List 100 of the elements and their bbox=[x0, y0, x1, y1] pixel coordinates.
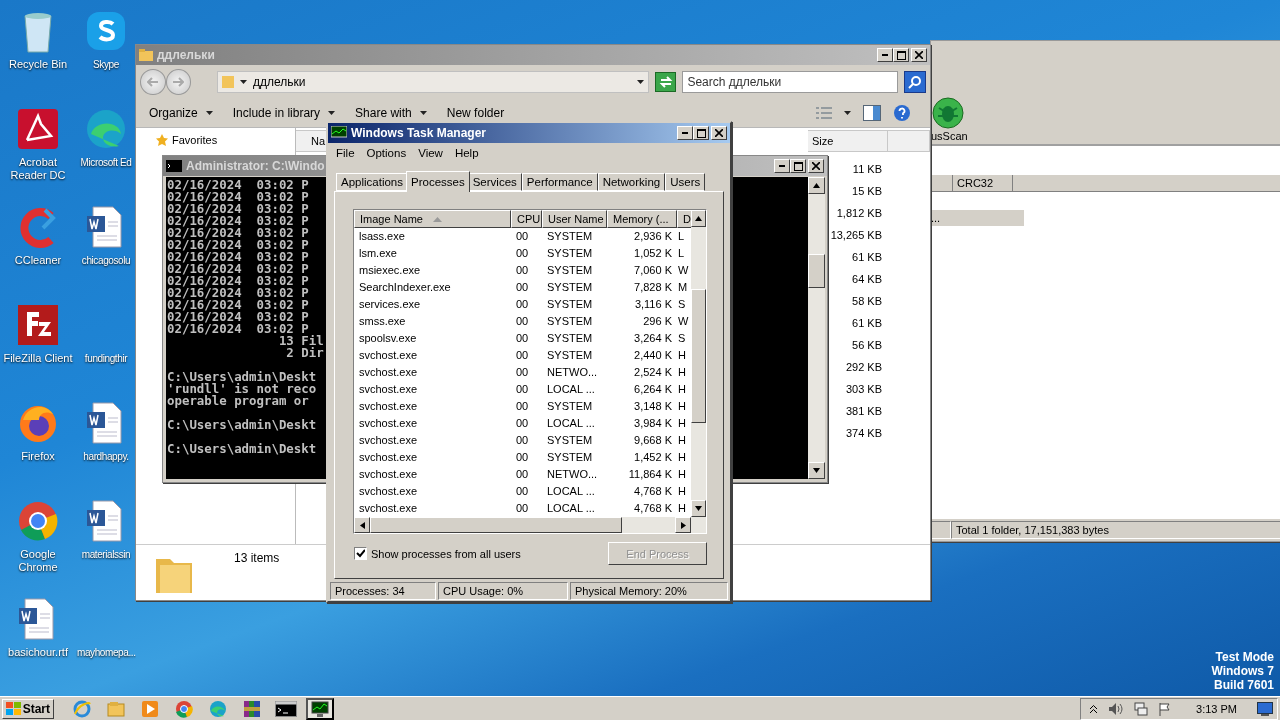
scroll-down-button[interactable] bbox=[691, 500, 706, 518]
back-arrow-icon bbox=[146, 77, 159, 87]
menu-item[interactable]: Options bbox=[360, 146, 413, 159]
monitor-icon[interactable] bbox=[311, 699, 329, 718]
desktop-icon-label[interactable]: Firefox bbox=[21, 450, 55, 463]
table-cell-text: LOCAL ... bbox=[546, 416, 596, 432]
desktop-icon-label[interactable]: Acrobat Reader DC bbox=[1, 156, 75, 182]
scroll-left-button[interactable] bbox=[354, 517, 370, 534]
menu-item[interactable]: View bbox=[412, 146, 449, 159]
bug-icon[interactable] bbox=[931, 96, 965, 130]
preview-pane-icon[interactable] bbox=[863, 105, 881, 121]
toolbar-label[interactable]: usScan bbox=[931, 130, 968, 142]
desktop-icon-label[interactable]: CCleaner bbox=[14, 254, 62, 267]
flag-icon[interactable] bbox=[1158, 701, 1173, 716]
tab[interactable]: Applications bbox=[336, 173, 408, 192]
table-cell-text: 00 bbox=[515, 416, 530, 432]
test-mode-text: Build 7601 bbox=[1213, 678, 1274, 692]
up-arrow-icon bbox=[813, 182, 820, 189]
close-button[interactable] bbox=[808, 159, 824, 173]
menu-item[interactable]: File bbox=[330, 146, 361, 159]
clock[interactable]: 3:13 PM bbox=[1196, 702, 1237, 715]
table-cell-text: L bbox=[677, 246, 686, 262]
column-header[interactable]: Memory (... bbox=[607, 210, 677, 229]
close-button[interactable] bbox=[711, 126, 727, 140]
minimize-button[interactable] bbox=[774, 159, 790, 173]
tab[interactable]: Users bbox=[665, 173, 706, 192]
table-cell-text: NETWO... bbox=[546, 467, 599, 483]
window-title: Windows Task Manager bbox=[351, 126, 488, 140]
close-button[interactable] bbox=[911, 48, 927, 62]
toolbar-button[interactable]: New folder bbox=[446, 104, 505, 122]
console-line: 02/16/2024 03:02 P bbox=[167, 215, 309, 227]
table-cell-text: SYSTEM bbox=[546, 399, 594, 415]
selected-row[interactable]: ... bbox=[931, 210, 1024, 226]
show-all-users-checkbox[interactable]: Show processes from all users bbox=[354, 547, 521, 561]
maximize-button[interactable] bbox=[693, 126, 709, 140]
maximize-button[interactable] bbox=[893, 48, 909, 62]
desktop-icon-label[interactable]: fundingthir bbox=[84, 352, 128, 365]
command-prompt-icon bbox=[166, 160, 182, 172]
speaker-icon[interactable] bbox=[1108, 701, 1125, 716]
table-cell-text: L bbox=[677, 229, 686, 245]
tab[interactable]: Services bbox=[467, 173, 522, 192]
table-cell-text: 11,864 K bbox=[627, 467, 673, 483]
file-size: 61 KB bbox=[852, 250, 882, 265]
maximize-button[interactable] bbox=[790, 159, 806, 173]
refresh-button[interactable] bbox=[654, 72, 677, 92]
console-line: 02/16/2024 03:02 P bbox=[167, 263, 309, 275]
column-header[interactable]: Na bbox=[296, 130, 326, 152]
scroll-up-button[interactable] bbox=[808, 177, 825, 194]
search-button[interactable] bbox=[904, 71, 926, 93]
table-cell-text: 00 bbox=[515, 484, 530, 500]
toolbar-button[interactable]: Share with bbox=[355, 104, 427, 122]
nav-item[interactable]: Favorites bbox=[156, 132, 218, 148]
tab[interactable]: Networking bbox=[597, 173, 666, 192]
address-bar[interactable]: ддлельки bbox=[217, 71, 649, 93]
toolbar-button[interactable]: Include in library bbox=[232, 104, 336, 122]
search-field[interactable]: Search ддлельки bbox=[682, 71, 899, 93]
scrollbar-thumb[interactable] bbox=[370, 517, 622, 534]
network-icon[interactable] bbox=[1134, 701, 1149, 716]
table-cell-text: msiexec.exe bbox=[358, 263, 422, 279]
maximize-icon bbox=[696, 128, 706, 138]
column-header[interactable]: D bbox=[677, 210, 691, 229]
scroll-up-button[interactable] bbox=[691, 210, 706, 228]
column-header[interactable]: CRC32 bbox=[953, 175, 1013, 191]
window-title: Administrator: C:\Windo bbox=[186, 159, 326, 173]
caret-icon bbox=[636, 80, 644, 84]
table-cell-text: H bbox=[677, 365, 687, 381]
chevron-up-icon[interactable] bbox=[1089, 703, 1099, 714]
desktop-icon-label[interactable]: chicagosolu bbox=[81, 254, 131, 267]
help-icon[interactable] bbox=[893, 104, 911, 122]
status-text: Total 1 folder, 17,151,383 bytes bbox=[951, 521, 1280, 539]
tab[interactable]: Performance bbox=[521, 173, 598, 192]
console-line: 02/16/2024 03:02 P bbox=[167, 299, 309, 311]
desktop-icon-label[interactable]: Microsoft Ed bbox=[80, 156, 132, 169]
column-header[interactable]: CPU bbox=[511, 210, 542, 229]
menu-item[interactable]: Help bbox=[448, 146, 485, 159]
start-button[interactable]: Start bbox=[2, 698, 54, 719]
minimize-button[interactable] bbox=[877, 48, 893, 62]
column-header[interactable]: Image Name bbox=[354, 210, 511, 229]
scroll-down-button[interactable] bbox=[808, 462, 825, 479]
archive-icon[interactable] bbox=[243, 699, 261, 718]
table-cell-text: S bbox=[677, 297, 687, 313]
table-cell-text: 296 K bbox=[642, 314, 673, 330]
toolbar-button[interactable]: Organize bbox=[149, 104, 213, 122]
chrome-icon[interactable] bbox=[175, 699, 193, 718]
desktop-icon-label[interactable]: FileZilla Client bbox=[3, 352, 73, 365]
taskbar-button[interactable] bbox=[306, 697, 334, 720]
column-header[interactable]: User Name bbox=[542, 210, 607, 229]
minimize-button[interactable] bbox=[677, 126, 693, 140]
console-line: 02/16/2024 03:02 P bbox=[167, 323, 309, 335]
show-desktop-icon[interactable] bbox=[1257, 701, 1273, 716]
desktop-icon-label[interactable]: hardhappy. bbox=[83, 450, 129, 463]
scrollbar-thumb[interactable] bbox=[691, 289, 706, 424]
desktop-icon-label[interactable]: Recycle Bin bbox=[8, 58, 68, 71]
desktop-icon-label[interactable]: Skype bbox=[93, 58, 119, 71]
close-icon bbox=[915, 51, 923, 59]
console-line: 'rundll' is not reco bbox=[167, 383, 317, 395]
scroll-right-button[interactable] bbox=[675, 517, 691, 534]
tab[interactable]: Processes bbox=[406, 171, 470, 193]
column-header[interactable]: Size bbox=[808, 130, 888, 152]
scrollbar-thumb[interactable] bbox=[808, 254, 825, 288]
